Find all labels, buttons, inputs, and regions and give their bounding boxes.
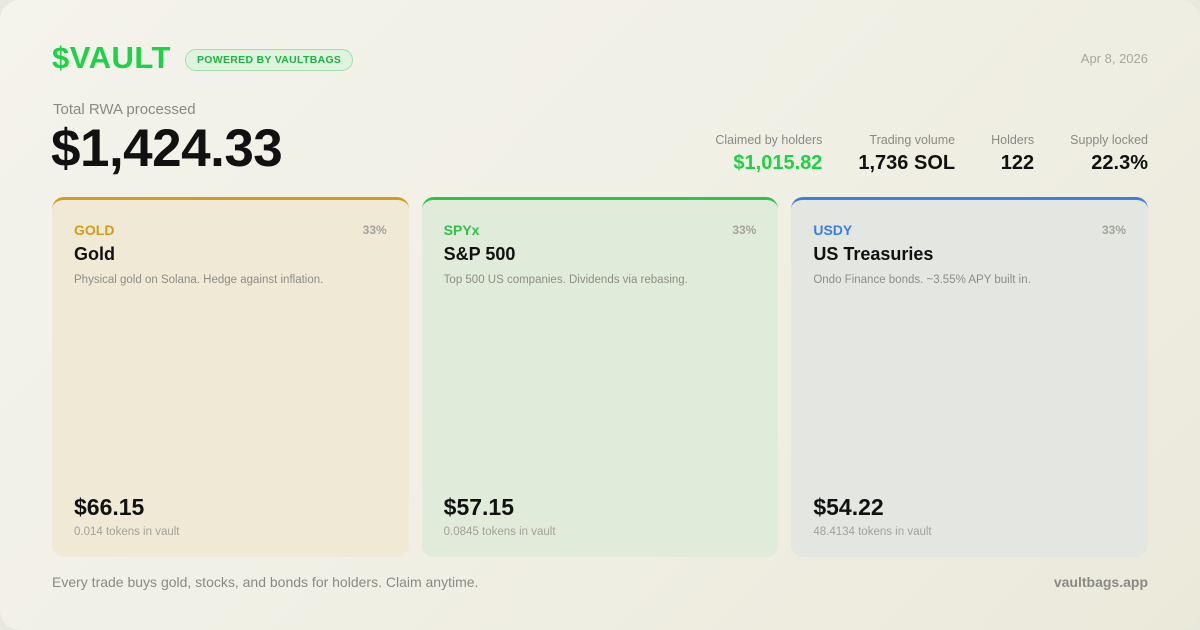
stat-value: 22.3% xyxy=(1091,152,1148,174)
stat-label: Trading volume xyxy=(869,133,956,147)
asset-description: Top 500 US companies. Dividends via reba… xyxy=(443,274,688,286)
share-card: $VAULT POWERED BY VAULTBAGS Apr 8, 2026 … xyxy=(0,0,1200,630)
brand-header: $VAULT POWERED BY VAULTBAGS xyxy=(52,40,354,76)
asset-tokens: 0.014 tokens in vault xyxy=(74,526,180,538)
asset-card-header: USDY 33% xyxy=(813,222,1126,238)
asset-name: Gold xyxy=(74,244,115,264)
stat-holders: Holders 122 xyxy=(991,133,1034,175)
asset-name: US Treasuries xyxy=(813,244,934,264)
total-rwa-label: Total RWA processed xyxy=(53,101,196,118)
asset-name: S&P 500 xyxy=(443,244,516,264)
asset-tokens: 0.0845 tokens in vault xyxy=(443,526,556,538)
asset-cards: GOLD 33% Gold Physical gold on Solana. H… xyxy=(52,197,1149,557)
asset-weight: 33% xyxy=(732,223,757,237)
brand-name: $VAULT xyxy=(52,40,171,75)
asset-card-header: GOLD 33% xyxy=(74,222,387,238)
asset-tokens: 48.4134 tokens in vault xyxy=(813,526,932,538)
stat-claimed: Claimed by holders $1,015.82 xyxy=(715,133,822,175)
stat-value: 122 xyxy=(1000,152,1035,174)
asset-ticker: USDY xyxy=(813,222,853,238)
asset-description: Physical gold on Solana. Hedge against i… xyxy=(74,274,324,286)
date-label: Apr 8, 2026 xyxy=(1080,51,1148,66)
asset-ticker: SPYx xyxy=(443,222,480,238)
stat-value: $1,015.82 xyxy=(733,152,823,174)
asset-weight: 33% xyxy=(1101,223,1127,237)
asset-card-header: SPYx 33% xyxy=(444,222,757,238)
asset-price: $54.22 xyxy=(813,494,884,520)
footer-tagline: Every trade buys gold, stocks, and bonds… xyxy=(52,574,479,590)
asset-card-gold: GOLD 33% Gold Physical gold on Solana. H… xyxy=(52,197,409,557)
asset-weight: 33% xyxy=(362,223,387,237)
stat-label: Holders xyxy=(991,133,1035,147)
powered-by-badge: POWERED BY VAULTBAGS xyxy=(184,48,354,71)
asset-description: Ondo Finance bonds. ~3.55% APY built in. xyxy=(813,274,1031,286)
asset-card-spyx: SPYx 33% S&P 500 Top 500 US companies. D… xyxy=(421,197,779,557)
total-rwa-value: $1,424.33 xyxy=(51,119,283,178)
stat-trading-volume: Trading volume 1,736 SOL xyxy=(858,133,955,175)
stat-label: Supply locked xyxy=(1070,133,1148,147)
stats-row: Claimed by holders $1,015.82 Trading vol… xyxy=(715,133,1148,175)
stat-supply-locked: Supply locked 22.3% xyxy=(1070,133,1148,175)
stat-value: 1,736 SOL xyxy=(858,152,956,174)
asset-ticker: GOLD xyxy=(74,222,115,238)
asset-card-usdy: USDY 33% US Treasuries Ondo Finance bond… xyxy=(791,197,1149,557)
footer-site-link[interactable]: vaultbags.app xyxy=(1054,574,1148,590)
asset-price: $57.15 xyxy=(443,494,515,520)
asset-price: $66.15 xyxy=(74,494,145,520)
stat-label: Claimed by holders xyxy=(715,133,823,147)
